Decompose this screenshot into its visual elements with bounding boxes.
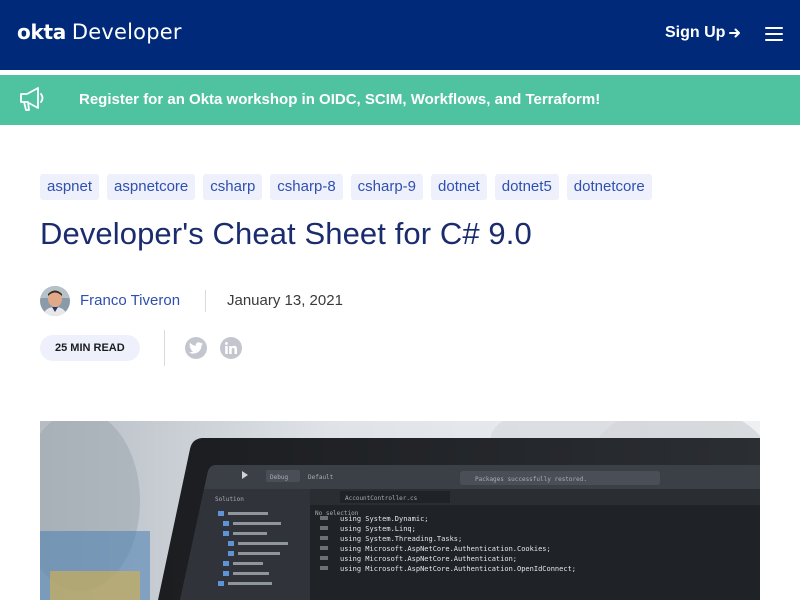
tag-list: aspnet aspnetcore csharp csharp-8 csharp…	[40, 174, 652, 200]
sign-up-label: Sign Up	[665, 24, 726, 41]
top-navigation: okta Developer Sign Up	[0, 0, 800, 70]
solution-label: Solution	[215, 496, 244, 503]
file-tab: AccountController.cs	[345, 495, 418, 502]
tag-aspnetcore[interactable]: aspnetcore	[107, 174, 196, 200]
tag-csharp[interactable]: csharp	[203, 174, 263, 200]
linkedin-share-button[interactable]	[220, 337, 242, 359]
sign-up-button[interactable]: Sign Up	[665, 24, 741, 42]
twitter-share-button[interactable]	[185, 337, 207, 359]
twitter-icon	[189, 342, 203, 354]
code-line: using Microsoft.AspNetCore.Authenticatio…	[340, 555, 517, 563]
tag-dotnet5[interactable]: dotnet5	[494, 174, 559, 200]
divider	[164, 330, 165, 366]
code-line: using Microsoft.AspNetCore.Authenticatio…	[340, 545, 551, 553]
linkedin-icon	[225, 342, 237, 354]
logo-product: Developer	[71, 20, 182, 44]
megaphone-icon	[20, 87, 44, 111]
read-time-badge: 25 MIN READ	[40, 335, 140, 361]
code-line: using System.Threading.Tasks;	[340, 535, 462, 543]
author-name[interactable]: Franco Tiveron	[80, 292, 180, 309]
arrow-right-icon	[729, 28, 741, 38]
tag-dotnet[interactable]: dotnet	[431, 174, 487, 200]
hero-image: using System.Dynamic; using System.Linq;…	[40, 421, 760, 600]
debug-label: Debug	[270, 474, 288, 481]
post-title: Developer's Cheat Sheet for C# 9.0	[40, 216, 532, 251]
status-text: Packages successfully restored.	[475, 476, 587, 483]
workshop-banner: Register for an Okta workshop in OIDC, S…	[0, 75, 800, 125]
tag-csharp-8[interactable]: csharp-8	[270, 174, 343, 200]
divider	[205, 290, 206, 312]
no-selection: No selection	[315, 510, 359, 517]
laptop-code-illustration: using System.Dynamic; using System.Linq;…	[40, 421, 760, 600]
tag-dotnetcore[interactable]: dotnetcore	[566, 174, 652, 200]
code-line: using System.Linq;	[340, 525, 416, 533]
avatar-image	[40, 286, 70, 316]
tag-aspnet[interactable]: aspnet	[40, 174, 100, 200]
okta-developer-logo[interactable]: okta Developer	[17, 20, 182, 44]
default-label: Default	[308, 474, 334, 481]
workshop-link[interactable]: Register for an Okta workshop in OIDC, S…	[79, 91, 600, 108]
code-line: using Microsoft.AspNetCore.Authenticatio…	[340, 565, 576, 573]
tag-csharp-9[interactable]: csharp-9	[350, 174, 424, 200]
logo-brand: okta	[17, 20, 66, 44]
post-date: January 13, 2021	[227, 292, 343, 309]
hamburger-menu-icon[interactable]	[765, 27, 783, 41]
author-avatar[interactable]	[40, 286, 70, 316]
